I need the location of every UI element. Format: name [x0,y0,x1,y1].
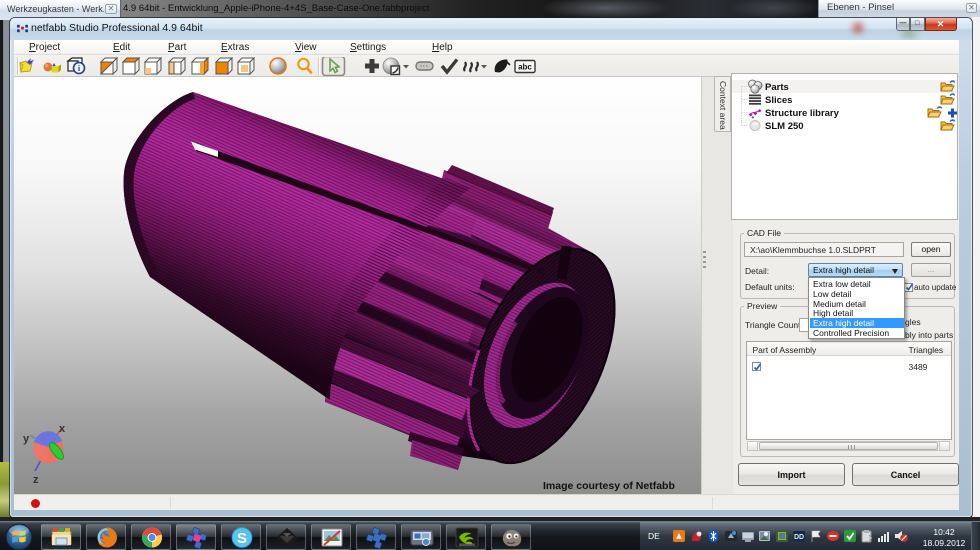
svg-text:Parts: Parts [765,82,789,93]
svg-text:Slices: Slices [765,95,792,106]
svg-text:SLM 250: SLM 250 [765,121,804,132]
svg-text:y: y [23,433,30,445]
svg-text:Structure library: Structure library [765,108,840,119]
svg-text:DD: DD [794,534,804,541]
svg-text:abc: abc [518,62,532,71]
svg-text:S: S [237,530,247,547]
svg-text:z: z [33,474,39,486]
svg-text:x: x [59,423,66,435]
